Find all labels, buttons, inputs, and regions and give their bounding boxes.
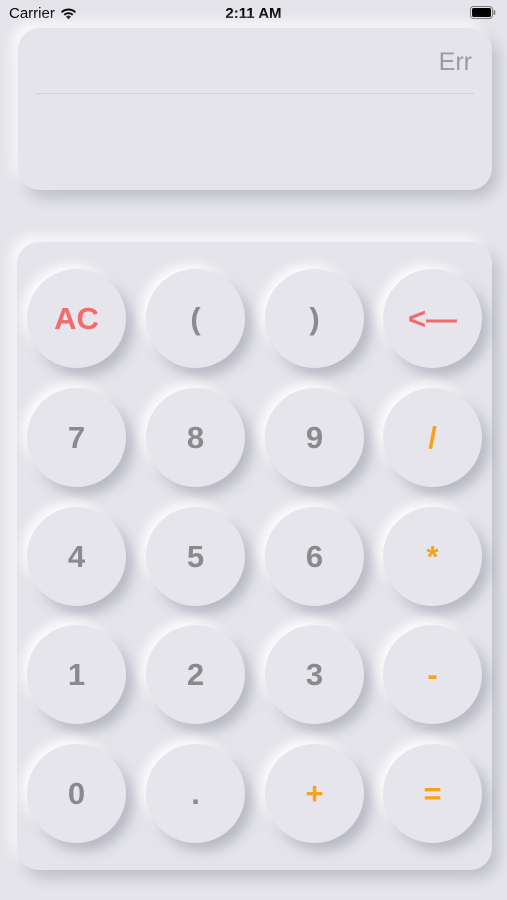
digit-5-button[interactable]: 5 xyxy=(146,507,245,606)
battery-icon xyxy=(470,6,496,19)
status-time: 2:11 AM xyxy=(225,5,282,22)
digit-4-button[interactable]: 4 xyxy=(27,507,126,606)
backspace-button[interactable]: <— xyxy=(383,269,482,368)
status-bar: Carrier 2:11 AM xyxy=(0,0,507,28)
digit-1-button[interactable]: 1 xyxy=(27,625,126,724)
equals-button[interactable]: = xyxy=(383,744,482,843)
digit-7-button[interactable]: 7 xyxy=(27,388,126,487)
display-divider xyxy=(36,93,474,94)
digit-2-button[interactable]: 2 xyxy=(146,625,245,724)
digit-8-button[interactable]: 8 xyxy=(146,388,245,487)
calculator-display: Err xyxy=(18,28,492,190)
clear-button[interactable]: AC xyxy=(27,269,126,368)
digit-9-button[interactable]: 9 xyxy=(265,388,364,487)
digit-3-button[interactable]: 3 xyxy=(265,625,364,724)
open-paren-button[interactable]: ( xyxy=(146,269,245,368)
divide-button[interactable]: / xyxy=(383,388,482,487)
decimal-point-button[interactable]: . xyxy=(146,744,245,843)
add-button[interactable]: + xyxy=(265,744,364,843)
close-paren-button[interactable]: ) xyxy=(265,269,364,368)
digit-0-button[interactable]: 0 xyxy=(27,744,126,843)
keypad: AC ( ) <— 7 8 9 / 4 5 6 * 1 2 3 - 0 . + … xyxy=(17,242,492,870)
display-result: Err xyxy=(438,48,472,76)
subtract-button[interactable]: - xyxy=(383,625,482,724)
multiply-button[interactable]: * xyxy=(383,507,482,606)
digit-6-button[interactable]: 6 xyxy=(265,507,364,606)
